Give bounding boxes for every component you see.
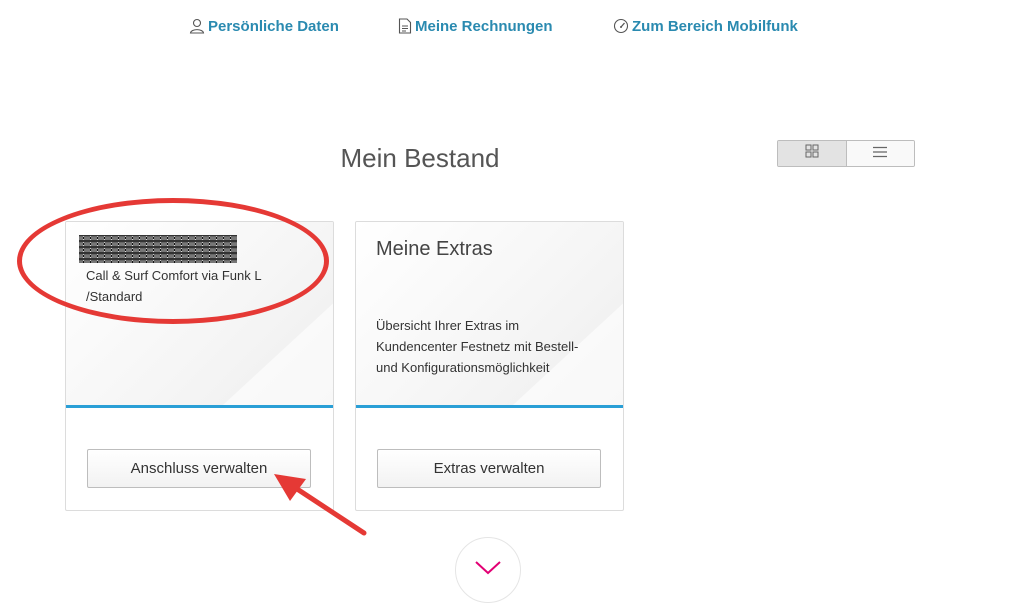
card-header-area: Call & Surf Comfort via Funk L /Standard — [66, 222, 333, 408]
connection-card: Call & Surf Comfort via Funk L /Standard… — [65, 221, 334, 511]
list-view-button[interactable] — [846, 141, 914, 166]
grid-icon — [805, 144, 819, 163]
extras-verwalten-button[interactable]: Extras verwalten — [377, 449, 601, 488]
chevron-down-icon — [474, 560, 502, 581]
nav-persoenliche-daten[interactable]: Persönliche Daten — [189, 14, 339, 38]
grid-view-button[interactable] — [778, 141, 847, 166]
extras-card: Meine Extras Übersicht Ihrer Extras im K… — [355, 221, 624, 511]
nav-meine-rechnungen[interactable]: Meine Rechnungen — [398, 14, 553, 38]
nav-label: Persönliche Daten — [208, 17, 339, 35]
document-icon — [398, 18, 412, 34]
card-header-area: Meine Extras Übersicht Ihrer Extras im K… — [356, 222, 623, 408]
nav-bereich-mobilfunk[interactable]: Zum Bereich Mobilfunk — [613, 14, 798, 38]
description-line: und Konfigurationsmöglichkeit — [376, 360, 550, 375]
list-icon — [873, 145, 888, 163]
product-line: Call & Surf Comfort via Funk L — [86, 268, 262, 283]
scroll-down-button[interactable] — [455, 537, 521, 603]
top-navigation: Persönliche Daten Meine Rechnungen Zum B… — [0, 14, 1024, 40]
card-description: Übersicht Ihrer Extras im Kundencenter F… — [376, 315, 601, 378]
description-line: Übersicht Ihrer Extras im — [376, 318, 520, 333]
person-icon — [189, 18, 205, 34]
speedometer-icon — [613, 18, 629, 34]
redacted-phone-number — [79, 235, 237, 263]
description-line: Kundencenter Festnetz mit Bestell- — [376, 339, 579, 354]
product-line: /Standard — [86, 289, 143, 304]
nav-label: Meine Rechnungen — [415, 17, 553, 35]
card-heading: Meine Extras — [376, 238, 493, 260]
product-name: Call & Surf Comfort via Funk L /Standard — [86, 265, 286, 307]
anschluss-verwalten-button[interactable]: Anschluss verwalten — [87, 449, 311, 488]
view-toggle — [777, 140, 915, 167]
page-title: Mein Bestand — [340, 143, 500, 173]
nav-label: Zum Bereich Mobilfunk — [632, 17, 798, 35]
